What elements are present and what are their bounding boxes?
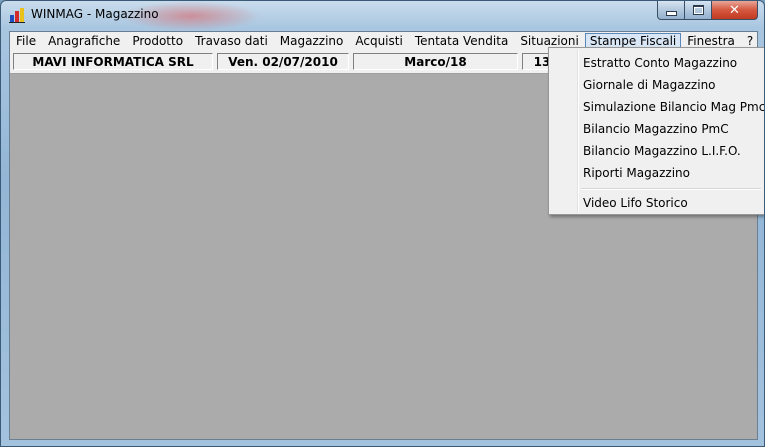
maximize-icon xyxy=(692,5,704,15)
window-controls: ✕ xyxy=(657,1,758,21)
menu-magazzino[interactable]: Magazzino xyxy=(274,33,350,49)
company-field: MAVI INFORMATICA SRL xyxy=(13,53,213,70)
date-field: Ven. 02/07/2010 xyxy=(217,53,349,70)
user-field: Marco/18 xyxy=(353,53,518,70)
menu-item-giornale[interactable]: Giornale di Magazzino xyxy=(551,74,762,96)
menu-item-estratto-conto[interactable]: Estratto Conto Magazzino xyxy=(551,52,762,74)
window-title: WINMAG - Magazzino xyxy=(31,7,159,21)
minimize-icon xyxy=(665,10,677,16)
menu-prodotto[interactable]: Prodotto xyxy=(126,33,189,49)
winmag-app-icon xyxy=(9,8,25,23)
menu-item-bilancio-pmc[interactable]: Bilancio Magazzino PmC xyxy=(551,118,762,140)
menu-acquisti[interactable]: Acquisti xyxy=(349,33,408,49)
menu-tentata-vendita[interactable]: Tentata Vendita xyxy=(409,33,515,49)
menu-anagrafiche[interactable]: Anagrafiche xyxy=(42,33,126,49)
menu-travaso-dati[interactable]: Travaso dati xyxy=(189,33,274,49)
maximize-button[interactable] xyxy=(685,1,712,20)
menu-item-simulazione-bilancio[interactable]: Simulazione Bilancio Mag Pmc xyxy=(551,96,764,118)
app-window: WINMAG - Magazzino ✕ File Anagrafiche Pr… xyxy=(0,0,765,447)
close-icon: ✕ xyxy=(729,2,740,18)
menu-file[interactable]: File xyxy=(10,33,42,49)
menu-item-bilancio-lifo[interactable]: Bilancio Magazzino L.I.F.O. xyxy=(551,140,762,162)
titlebar[interactable]: WINMAG - Magazzino ✕ xyxy=(1,1,764,29)
close-button[interactable]: ✕ xyxy=(712,1,758,20)
menu-separator xyxy=(581,188,761,190)
stampe-fiscali-menu: Estratto Conto Magazzino Giornale di Mag… xyxy=(548,47,764,215)
menu-item-riporti[interactable]: Riporti Magazzino xyxy=(551,162,762,184)
minimize-button[interactable] xyxy=(657,1,685,20)
menu-item-video-lifo[interactable]: Video Lifo Storico xyxy=(551,192,762,214)
